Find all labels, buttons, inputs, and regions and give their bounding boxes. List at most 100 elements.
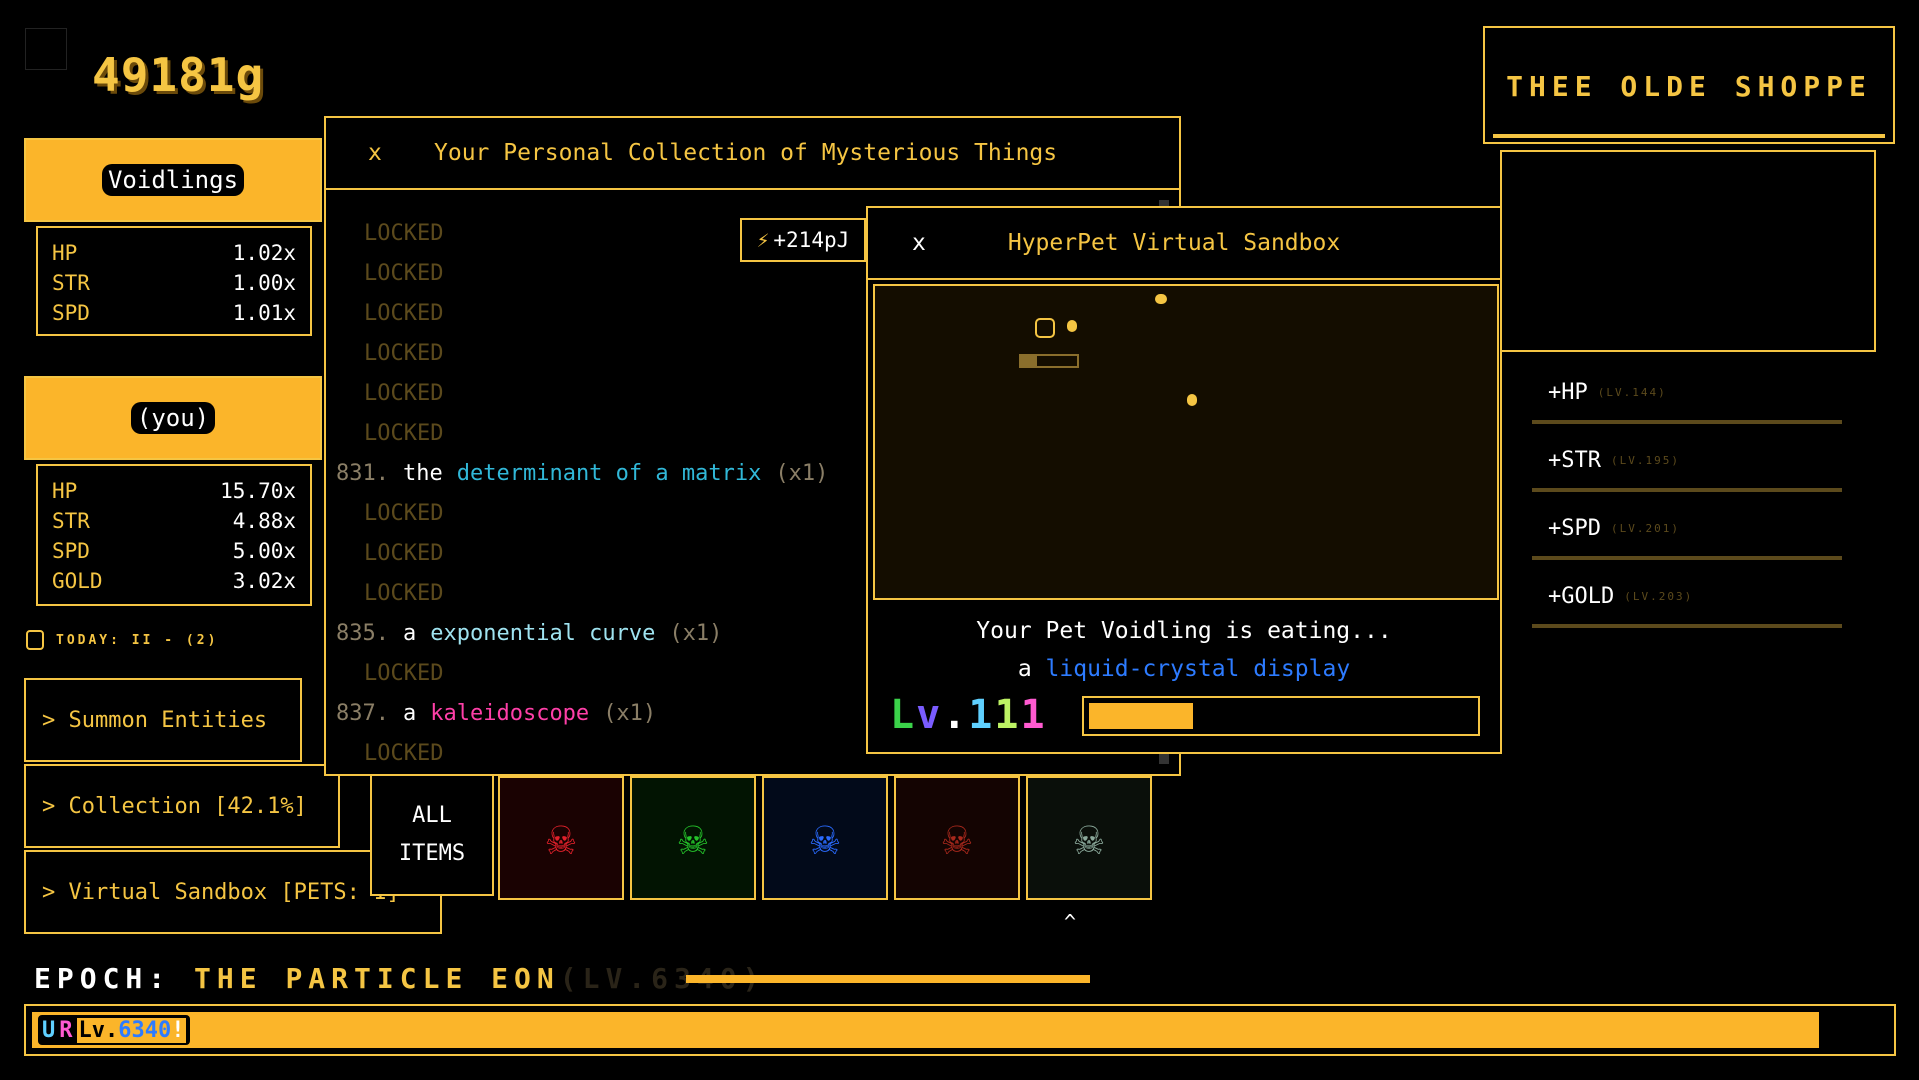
collection-title: Your Personal Collection of Mysterious T… bbox=[434, 140, 1058, 166]
summon-entities-button[interactable]: > Summon Entities bbox=[24, 678, 302, 762]
item-number: 837. bbox=[336, 701, 389, 726]
locked-item: LOCKED bbox=[336, 494, 828, 534]
locked-item: LOCKED bbox=[336, 654, 828, 694]
collection-titlebar: x Your Personal Collection of Mysterious… bbox=[326, 118, 1179, 190]
scroll-down-handle[interactable] bbox=[1159, 754, 1169, 764]
pet-level-char: 1 bbox=[994, 692, 1021, 738]
calendar-icon bbox=[26, 630, 44, 650]
sandbox-titlebar: x HyperPet Virtual Sandbox bbox=[868, 208, 1500, 280]
locked-label: LOCKED bbox=[364, 501, 444, 526]
sandbox-window: x HyperPet Virtual Sandbox Your Pet Void… bbox=[866, 206, 1502, 754]
collection-item[interactable]: 831. the determinant of a matrix (x1) bbox=[336, 454, 828, 494]
locked-label: LOCKED bbox=[364, 661, 444, 686]
shop-title: THEE OLDE SHOPPE bbox=[1506, 70, 1872, 103]
collection-button[interactable]: > Collection [42.1%] bbox=[24, 764, 340, 848]
pet-status: Your Pet Voidling is eating... bbox=[976, 618, 1392, 644]
epoch-divider bbox=[686, 975, 1090, 983]
item-count: (x1) bbox=[775, 461, 829, 486]
all-items-tab[interactable]: ALL ITEMS bbox=[370, 774, 494, 896]
food-article: a bbox=[1017, 656, 1032, 682]
item-article: the bbox=[402, 461, 443, 486]
pet-sprite[interactable] bbox=[1035, 318, 1055, 338]
shop-upgrade-button[interactable]: +GOLD (LV.203) bbox=[1532, 568, 1842, 628]
epoch-name: THE PARTICLE EON bbox=[194, 962, 560, 995]
epoch-tag-number: 6340 bbox=[118, 1017, 172, 1043]
skull-icon: ☠ bbox=[942, 810, 972, 866]
locked-item: LOCKED bbox=[336, 374, 828, 414]
shop-header: THEE OLDE SHOPPE bbox=[1483, 26, 1895, 144]
stat-value: 5.00x bbox=[232, 539, 296, 563]
stat-name: STR bbox=[52, 509, 90, 533]
stat-value: 15.70x bbox=[220, 479, 296, 503]
item-count: (x1) bbox=[603, 701, 657, 726]
sandbox-caption: Your Pet Voidling is eating... a liquid-… bbox=[868, 612, 1500, 688]
upgrade-level: (LV.201) bbox=[1610, 521, 1680, 535]
spark-sprite bbox=[1067, 320, 1077, 332]
collapse-caret[interactable]: ^ bbox=[1064, 910, 1076, 934]
stat-value: 1.01x bbox=[232, 301, 296, 325]
shop-upgrade-button[interactable]: +HP (LV.144) bbox=[1532, 364, 1842, 424]
shop-upgrade-button[interactable]: +STR (LV.195) bbox=[1532, 432, 1842, 492]
pet-level-progress bbox=[1082, 696, 1480, 736]
upgrade-label: +STR bbox=[1548, 447, 1601, 473]
epoch-tag-lv: Lv.6340! bbox=[76, 1017, 187, 1043]
pet-level-char: L bbox=[890, 692, 917, 738]
stat-name: SPD bbox=[52, 539, 90, 563]
upgrade-level: (LV.203) bbox=[1624, 589, 1694, 603]
item-number: 835. bbox=[336, 621, 389, 646]
locked-label: LOCKED bbox=[364, 381, 444, 406]
locked-label: LOCKED bbox=[364, 741, 444, 766]
stat-row: STR 1.00x bbox=[52, 268, 296, 298]
upgrade-level: (LV.144) bbox=[1597, 385, 1667, 399]
lightning-icon: ⚡ bbox=[756, 228, 770, 252]
item-article: a bbox=[402, 621, 417, 646]
item-name: determinant of a matrix bbox=[456, 461, 762, 486]
pet-level: Lv.111 bbox=[890, 692, 1047, 738]
stat-name: STR bbox=[52, 271, 90, 295]
collection-list: LOCKED LOCKED LOCKED LOCKED LOCKED LOCKED 831.… bbox=[336, 214, 828, 774]
epoch-tag-u: U bbox=[42, 1017, 56, 1043]
player-title: (you) bbox=[130, 402, 216, 434]
pet-level-char: v bbox=[916, 692, 943, 738]
energy-badge: ⚡ +214pJ bbox=[740, 218, 866, 262]
shop-upgrade-button[interactable]: +SPD (LV.201) bbox=[1532, 500, 1842, 560]
item-number: 831. bbox=[336, 461, 389, 486]
inventory-tab[interactable]: ☠ bbox=[498, 776, 624, 900]
upgrade-label: +SPD bbox=[1548, 515, 1601, 541]
collection-close-button[interactable]: x bbox=[368, 140, 424, 166]
skull-icon: ☠ bbox=[546, 810, 576, 866]
locked-item: LOCKED bbox=[336, 334, 828, 374]
player-header: (you) bbox=[24, 376, 322, 460]
shop-title-underline bbox=[1493, 134, 1885, 138]
inventory-tab[interactable]: ☠ bbox=[762, 776, 888, 900]
skull-icon: ☠ bbox=[678, 810, 708, 866]
shop-preview bbox=[1500, 150, 1876, 352]
locked-label: LOCKED bbox=[364, 421, 444, 446]
voidlings-title: Voidlings bbox=[101, 164, 245, 196]
pet-food-line: a liquid-crystal display bbox=[868, 650, 1500, 688]
inventory-tab[interactable]: ☠ bbox=[630, 776, 756, 900]
locked-item: LOCKED bbox=[336, 294, 828, 334]
all-items-label-1: ALL bbox=[412, 803, 452, 828]
collection-item[interactable]: 835. a exponential curve (x1) bbox=[336, 614, 828, 654]
inventory-tab[interactable]: ☠ bbox=[894, 776, 1020, 900]
upgrade-label: +GOLD bbox=[1548, 583, 1615, 609]
collection-item[interactable]: 837. a kaleidoscope (x1) bbox=[336, 694, 828, 734]
item-article: a bbox=[402, 701, 417, 726]
stat-row: SPD 5.00x bbox=[52, 536, 296, 566]
inventory-tab[interactable]: ☠ bbox=[1026, 776, 1152, 900]
epoch-progress: U R Lv.6340! bbox=[24, 1004, 1896, 1056]
epoch-tag: U R Lv.6340! bbox=[38, 1015, 191, 1045]
player-stats: HP 15.70x STR 4.88x SPD 5.00x GOLD 3.02x bbox=[36, 464, 312, 606]
inventory-tabs: ☠ ☠ ☠ ☠ ☠ bbox=[498, 776, 1152, 900]
food-name: liquid-crystal display bbox=[1045, 656, 1351, 682]
epoch-title: EPOCH: THE PARTICLE EON(LV.6340) bbox=[34, 962, 765, 995]
stat-row: HP 1.02x bbox=[52, 238, 296, 268]
stat-name: HP bbox=[52, 241, 78, 265]
locked-label: LOCKED bbox=[364, 581, 444, 606]
menu-square[interactable] bbox=[25, 28, 67, 70]
pet-level-char: . bbox=[942, 692, 969, 738]
sandbox-close-button[interactable]: x bbox=[912, 230, 926, 256]
sandbox-arena[interactable] bbox=[873, 284, 1499, 600]
pet-level-char: 1 bbox=[968, 692, 995, 738]
